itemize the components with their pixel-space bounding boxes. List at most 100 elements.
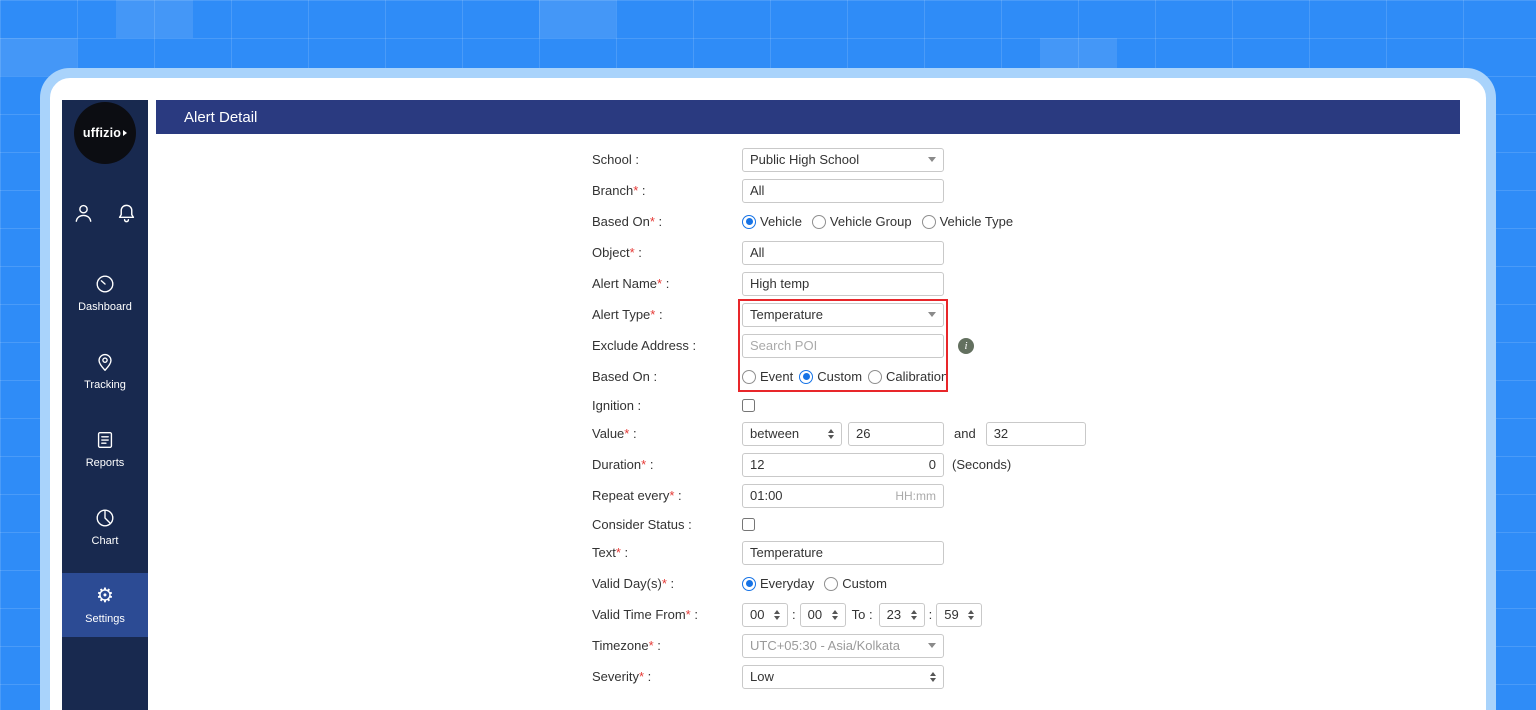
label-colon: : xyxy=(633,397,642,413)
alert-type-select[interactable]: Temperature xyxy=(742,302,944,327)
time-separator: : xyxy=(792,607,796,622)
label-colon: : xyxy=(638,183,646,198)
sidebar-item-tracking[interactable]: Tracking xyxy=(62,339,148,403)
spinner-icon xyxy=(828,428,834,439)
sidebar-item-reports[interactable]: Reports xyxy=(62,417,148,481)
radio-label: Custom xyxy=(842,576,887,591)
based-on-radio-group: Vehicle Vehicle Group Vehicle Type xyxy=(742,214,1013,229)
radio-option-custom-days[interactable]: Custom xyxy=(824,576,887,591)
radio-option-custom[interactable]: Custom xyxy=(799,369,862,384)
text-input[interactable] xyxy=(742,540,944,565)
repeat-every-value: 01:00 xyxy=(750,488,783,503)
logo[interactable]: uffizio xyxy=(74,102,136,164)
form-row-valid-days: Valid Day(s)* : Everyday Custom xyxy=(592,568,1474,599)
tracking-icon xyxy=(98,353,112,371)
label-colon: : xyxy=(666,576,675,591)
severity-select[interactable]: Low xyxy=(742,664,944,689)
exclude-address-input[interactable] xyxy=(742,333,944,358)
form-row-exclude-address: Exclude Address : i xyxy=(592,330,1474,361)
based-on-mode-radio-group: Event Custom Calibration xyxy=(742,369,948,384)
spinner-icon xyxy=(930,671,936,682)
label-text: Repeat every xyxy=(592,488,670,503)
form-row-object: Object* : xyxy=(592,237,1474,268)
consider-status-checkbox[interactable] xyxy=(742,517,755,531)
select-value: 00 xyxy=(750,607,765,622)
form-row-value: Value* : between and xyxy=(592,418,1474,449)
alert-name-input[interactable] xyxy=(742,271,944,296)
timezone-select[interactable]: UTC+05:30 - Asia/Kolkata xyxy=(742,633,944,658)
info-icon[interactable]: i xyxy=(958,337,974,354)
label-text: Exclude Address xyxy=(592,338,689,353)
select-value: Low xyxy=(750,669,774,684)
field-label: Branch* : xyxy=(592,183,742,198)
form-row-consider-status: Consider Status : xyxy=(592,511,1474,537)
label-text: Severity xyxy=(592,669,639,684)
grid-decor xyxy=(116,0,193,38)
radio-option-everyday[interactable]: Everyday xyxy=(742,576,814,591)
sidebar-item-settings[interactable]: ⚙ Settings xyxy=(62,573,148,637)
radio-icon xyxy=(824,576,839,591)
caret-down-icon xyxy=(928,312,936,317)
label-colon: : xyxy=(674,488,682,503)
bell-icon[interactable] xyxy=(115,202,138,225)
logo-arrow-icon xyxy=(123,130,128,136)
field-label: Consider Status : xyxy=(592,517,742,532)
select-value: 59 xyxy=(944,607,959,622)
to-hour-select[interactable]: 23 xyxy=(878,602,925,627)
ignition-checkbox[interactable] xyxy=(742,398,755,412)
radio-option-vehicle[interactable]: Vehicle xyxy=(742,214,802,229)
radio-option-vehicle-type[interactable]: Vehicle Type xyxy=(921,214,1013,229)
school-select[interactable]: Public High School xyxy=(742,147,944,172)
radio-icon xyxy=(799,369,814,384)
value-to-input[interactable] xyxy=(985,421,1086,446)
user-icon[interactable] xyxy=(72,202,95,225)
sidebar-item-label: Chart xyxy=(91,535,119,547)
duration-value: 12 xyxy=(750,457,765,472)
radio-label: Custom xyxy=(817,369,863,384)
select-value: Temperature xyxy=(750,307,823,322)
branch-input[interactable] xyxy=(742,178,944,203)
sidebar-item-dashboard[interactable]: Dashboard xyxy=(62,261,148,325)
field-label: Timezone* : xyxy=(592,638,742,653)
sidebar-item-label: Reports xyxy=(85,457,125,469)
value-from-input[interactable] xyxy=(848,421,944,446)
field-label: Repeat every* : xyxy=(592,488,742,503)
highlighted-section: Alert Type* : Temperature Exclude Addres… xyxy=(592,299,1474,392)
form-row-based-on-object: Based On* : Vehicle Vehicle Group Vehicl… xyxy=(592,206,1474,237)
label-colon: : xyxy=(653,638,661,653)
reports-icon xyxy=(97,431,113,449)
form-row-ignition: Ignition : xyxy=(592,392,1474,418)
chart-icon xyxy=(96,509,114,527)
object-input[interactable] xyxy=(742,240,944,265)
form-row-repeat-every: Repeat every* : 01:00 HH:mm xyxy=(592,480,1474,511)
field-label: Duration* : xyxy=(592,457,742,472)
field-label: Exclude Address : xyxy=(592,338,742,353)
label-colon: : xyxy=(688,338,697,353)
repeat-every-input[interactable]: 01:00 HH:mm xyxy=(742,483,944,508)
form-row-valid-time: Valid Time From* : 00 : 00 To : 23 : 59 xyxy=(592,599,1474,630)
from-hour-select[interactable]: 00 xyxy=(742,602,788,627)
field-label: Alert Name* : xyxy=(592,276,742,291)
label-colon: : xyxy=(644,669,652,684)
field-label: Based On : xyxy=(592,369,742,384)
form-row-based-on-mode: Based On : Event Custom Calibration xyxy=(592,361,1474,392)
radio-icon xyxy=(811,214,826,229)
select-value: Public High School xyxy=(750,152,860,167)
settings-gear-icon: ⚙ xyxy=(96,585,114,607)
radio-label: Calibration xyxy=(886,369,949,384)
duration-input[interactable]: 12 0 xyxy=(742,452,944,477)
radio-label: Vehicle xyxy=(760,214,802,229)
to-minute-select[interactable]: 59 xyxy=(936,602,983,627)
value-operator-select[interactable]: between xyxy=(742,421,842,446)
field-label: Object* : xyxy=(592,245,742,260)
sidebar-top-icons xyxy=(72,202,138,225)
alert-detail-form: School : Public High School Branch* : Ba… xyxy=(148,134,1474,692)
form-row-duration: Duration* : 12 0 (Seconds) xyxy=(592,449,1474,480)
radio-option-calibration[interactable]: Calibration xyxy=(868,369,948,384)
page-header: Alert Detail xyxy=(156,100,1460,134)
form-row-alert-name: Alert Name* : xyxy=(592,268,1474,299)
radio-option-event[interactable]: Event xyxy=(742,369,793,384)
radio-option-vehicle-group[interactable]: Vehicle Group xyxy=(811,214,912,229)
from-minute-select[interactable]: 00 xyxy=(799,602,846,627)
sidebar-item-chart[interactable]: Chart xyxy=(62,495,148,559)
